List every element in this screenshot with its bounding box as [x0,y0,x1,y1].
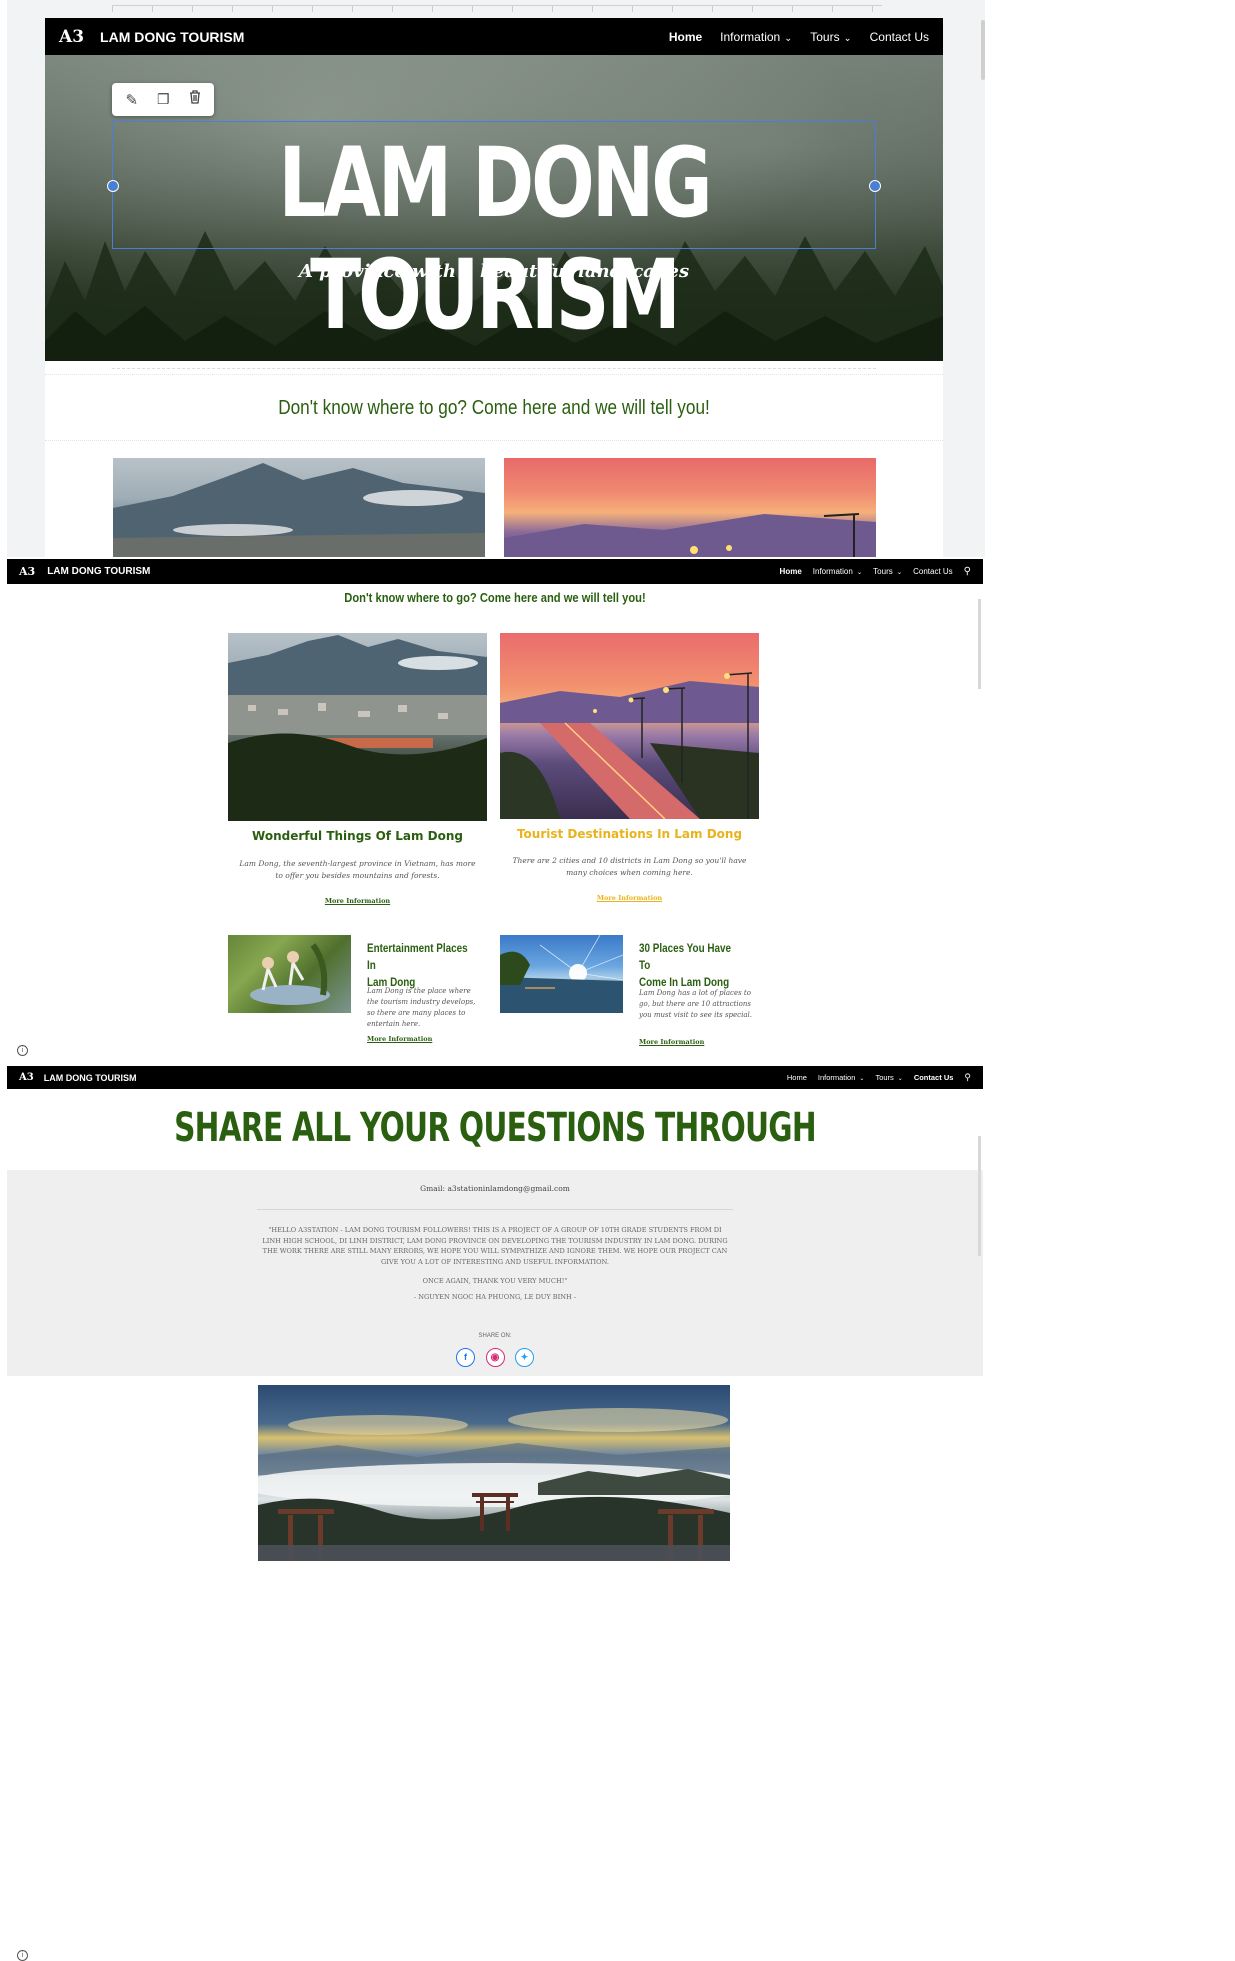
small-card-title-line: 30 Places You Have To [639,943,732,972]
card-title: Tourist Destinations In Lam Dong [516,827,743,841]
chevron-down-icon: ⌄ [843,32,852,44]
small-card-more-link[interactable]: More Information [367,1035,432,1043]
editor-navbar: A3 LAM DONG TOURISM Home Information ⌄ To… [45,18,943,55]
site-title[interactable]: LAM DONG TOURISM [47,566,150,577]
contact-navbar: A3 LAM DONG TOURISM Home Information ⌄ To… [7,1066,983,1089]
small-card-title-line: Entertainment Places In [367,943,468,972]
nav-home[interactable]: Home [669,30,702,44]
project-message: "HELLO A3STATION - LAM DONG TOURISM FOLL… [262,1226,728,1266]
nav-information-label: Information [812,567,853,576]
small-card-more-link[interactable]: More Information [639,1038,704,1046]
scrollbar[interactable] [981,20,985,80]
scrollbar[interactable] [978,599,981,689]
chevron-down-icon: ⌄ [856,569,863,576]
editor-page-body: Don't know where to go? Come here and we… [45,361,943,557]
section-divider [45,440,943,441]
chevron-down-icon: ⌄ [859,1076,865,1082]
entertainment-image [228,935,351,1013]
small-card-title: 30 Places You Have To Come In Lam Dong [639,941,742,992]
duplicate-icon[interactable]: ❐ [157,91,170,108]
sunset-road-image [500,633,759,819]
nav-information[interactable]: Information ⌄ [720,30,792,44]
nav-information[interactable]: Information ⌄ [813,567,862,576]
contact-divider [257,1209,733,1210]
email-address[interactable]: a3stationinlamdong@gmail.com [447,1184,569,1193]
live-panel: A3 LAM DONG TOURISM Home Information ⌄ To… [7,559,983,1064]
hero-title[interactable]: LAM DONG TOURISM [196,127,792,351]
nav-tours[interactable]: Tours ⌄ [875,1073,902,1082]
card-more-link[interactable]: More Information [500,894,759,902]
small-card-text: Lam Dong has a lot of places to go, but … [639,989,752,1019]
social-icons: f ◉ ✦ [7,1347,983,1367]
facebook-icon[interactable]: f [456,1347,476,1367]
city-mountain-image [113,458,485,557]
twitter-icon[interactable]: ✦ [514,1348,534,1367]
site-title[interactable]: LAM DONG TOURISM [44,1073,137,1083]
instagram-icon[interactable]: ◉ [485,1348,505,1367]
small-card-title: Entertainment Places In Lam Dong [367,941,470,992]
site-logo[interactable]: A3 [19,565,35,578]
thanks-line: ONCE AGAIN, THANK YOU VERY MUCH!" [422,1277,568,1285]
nav-contact[interactable]: Contact Us [914,1073,954,1082]
misty-temple-gate-image [258,1385,730,1561]
intro-tagline: Don't know where to go? Come here and we… [344,590,646,605]
chevron-down-icon: ⌄ [784,32,793,44]
card-text: Lam Dong, the seventh-largest province i… [239,859,476,880]
hero-subtitle[interactable]: A province with a beautiful landscapes [45,261,943,282]
share-label: SHARE ON: [478,1333,512,1339]
city-mountain-image [228,633,487,821]
editor-panel: A3 LAM DONG TOURISM Home Information ⌄ To… [7,0,985,557]
contact-heading: SHARE ALL YOUR QUESTIONS THROUGH [174,1105,817,1151]
nav-tours[interactable]: Tours ⌄ [810,30,851,44]
sunset-road-image [504,458,876,557]
nav-information-label: Information [720,29,781,44]
nav-contact[interactable]: Contact Us [913,567,953,576]
nav-tours[interactable]: Tours ⌄ [873,567,902,576]
nav-tours-label: Tours [875,1073,894,1082]
nav-information-label: Information [817,1073,856,1082]
site-title[interactable]: LAM DONG TOURISM [100,29,244,45]
live-navbar: A3 LAM DONG TOURISM Home Information ⌄ To… [7,559,983,584]
card-title: Wonderful Things Of Lam Dong [252,829,463,843]
resize-handle-right[interactable] [869,180,881,192]
card-more-link[interactable]: More Information [228,897,487,905]
info-icon[interactable]: i [17,1045,28,1056]
nav-home[interactable]: Home [780,567,802,576]
chevron-down-icon: ⌄ [897,1076,903,1082]
nav-information[interactable]: Information ⌄ [818,1073,865,1082]
section-divider [45,374,943,375]
contact-panel: A3 LAM DONG TOURISM Home Information ⌄ To… [7,1066,983,1961]
delete-trash-icon[interactable] [189,90,201,109]
nav-home[interactable]: Home [787,1073,807,1082]
scrollbar[interactable] [978,1136,981,1256]
nav-contact[interactable]: Contact Us [870,30,929,44]
authors-line: - NGUYEN NGOC HA PHUONG, LE DUY BINH - [413,1293,577,1301]
nav-tours-label: Tours [810,29,840,44]
site-logo[interactable]: A3 [19,1072,34,1083]
intro-tagline[interactable]: Don't know where to go? Come here and we… [108,397,880,420]
contact-info-section: Gmail: a3stationinlamdong@gmail.com "HEL… [7,1170,983,1376]
small-card-text: Lam Dong is the place where the tourism … [367,987,476,1028]
card-text: There are 2 cities and 10 districts in L… [512,856,747,877]
nav-tours-label: Tours [873,567,893,576]
hero-banner: ✎ ❐ LAM DONG TOURISM A province with a b… [45,55,943,361]
email-label: Gmail: [420,1184,446,1193]
site-logo[interactable]: A3 [59,27,84,47]
search-icon[interactable]: ⚲ [964,1072,971,1083]
lake-sunburst-image [500,935,623,1013]
email-line: Gmail: a3stationinlamdong@gmail.com [7,1184,983,1193]
edit-pencil-icon[interactable]: ✎ [125,91,138,109]
top-ruler [112,5,882,12]
search-icon[interactable]: ⚲ [964,566,971,577]
element-toolbar: ✎ ❐ [112,83,214,116]
info-icon[interactable]: i [17,1950,28,1961]
section-divider [112,368,876,369]
resize-handle-left[interactable] [107,180,119,192]
chevron-down-icon: ⌄ [896,569,903,576]
